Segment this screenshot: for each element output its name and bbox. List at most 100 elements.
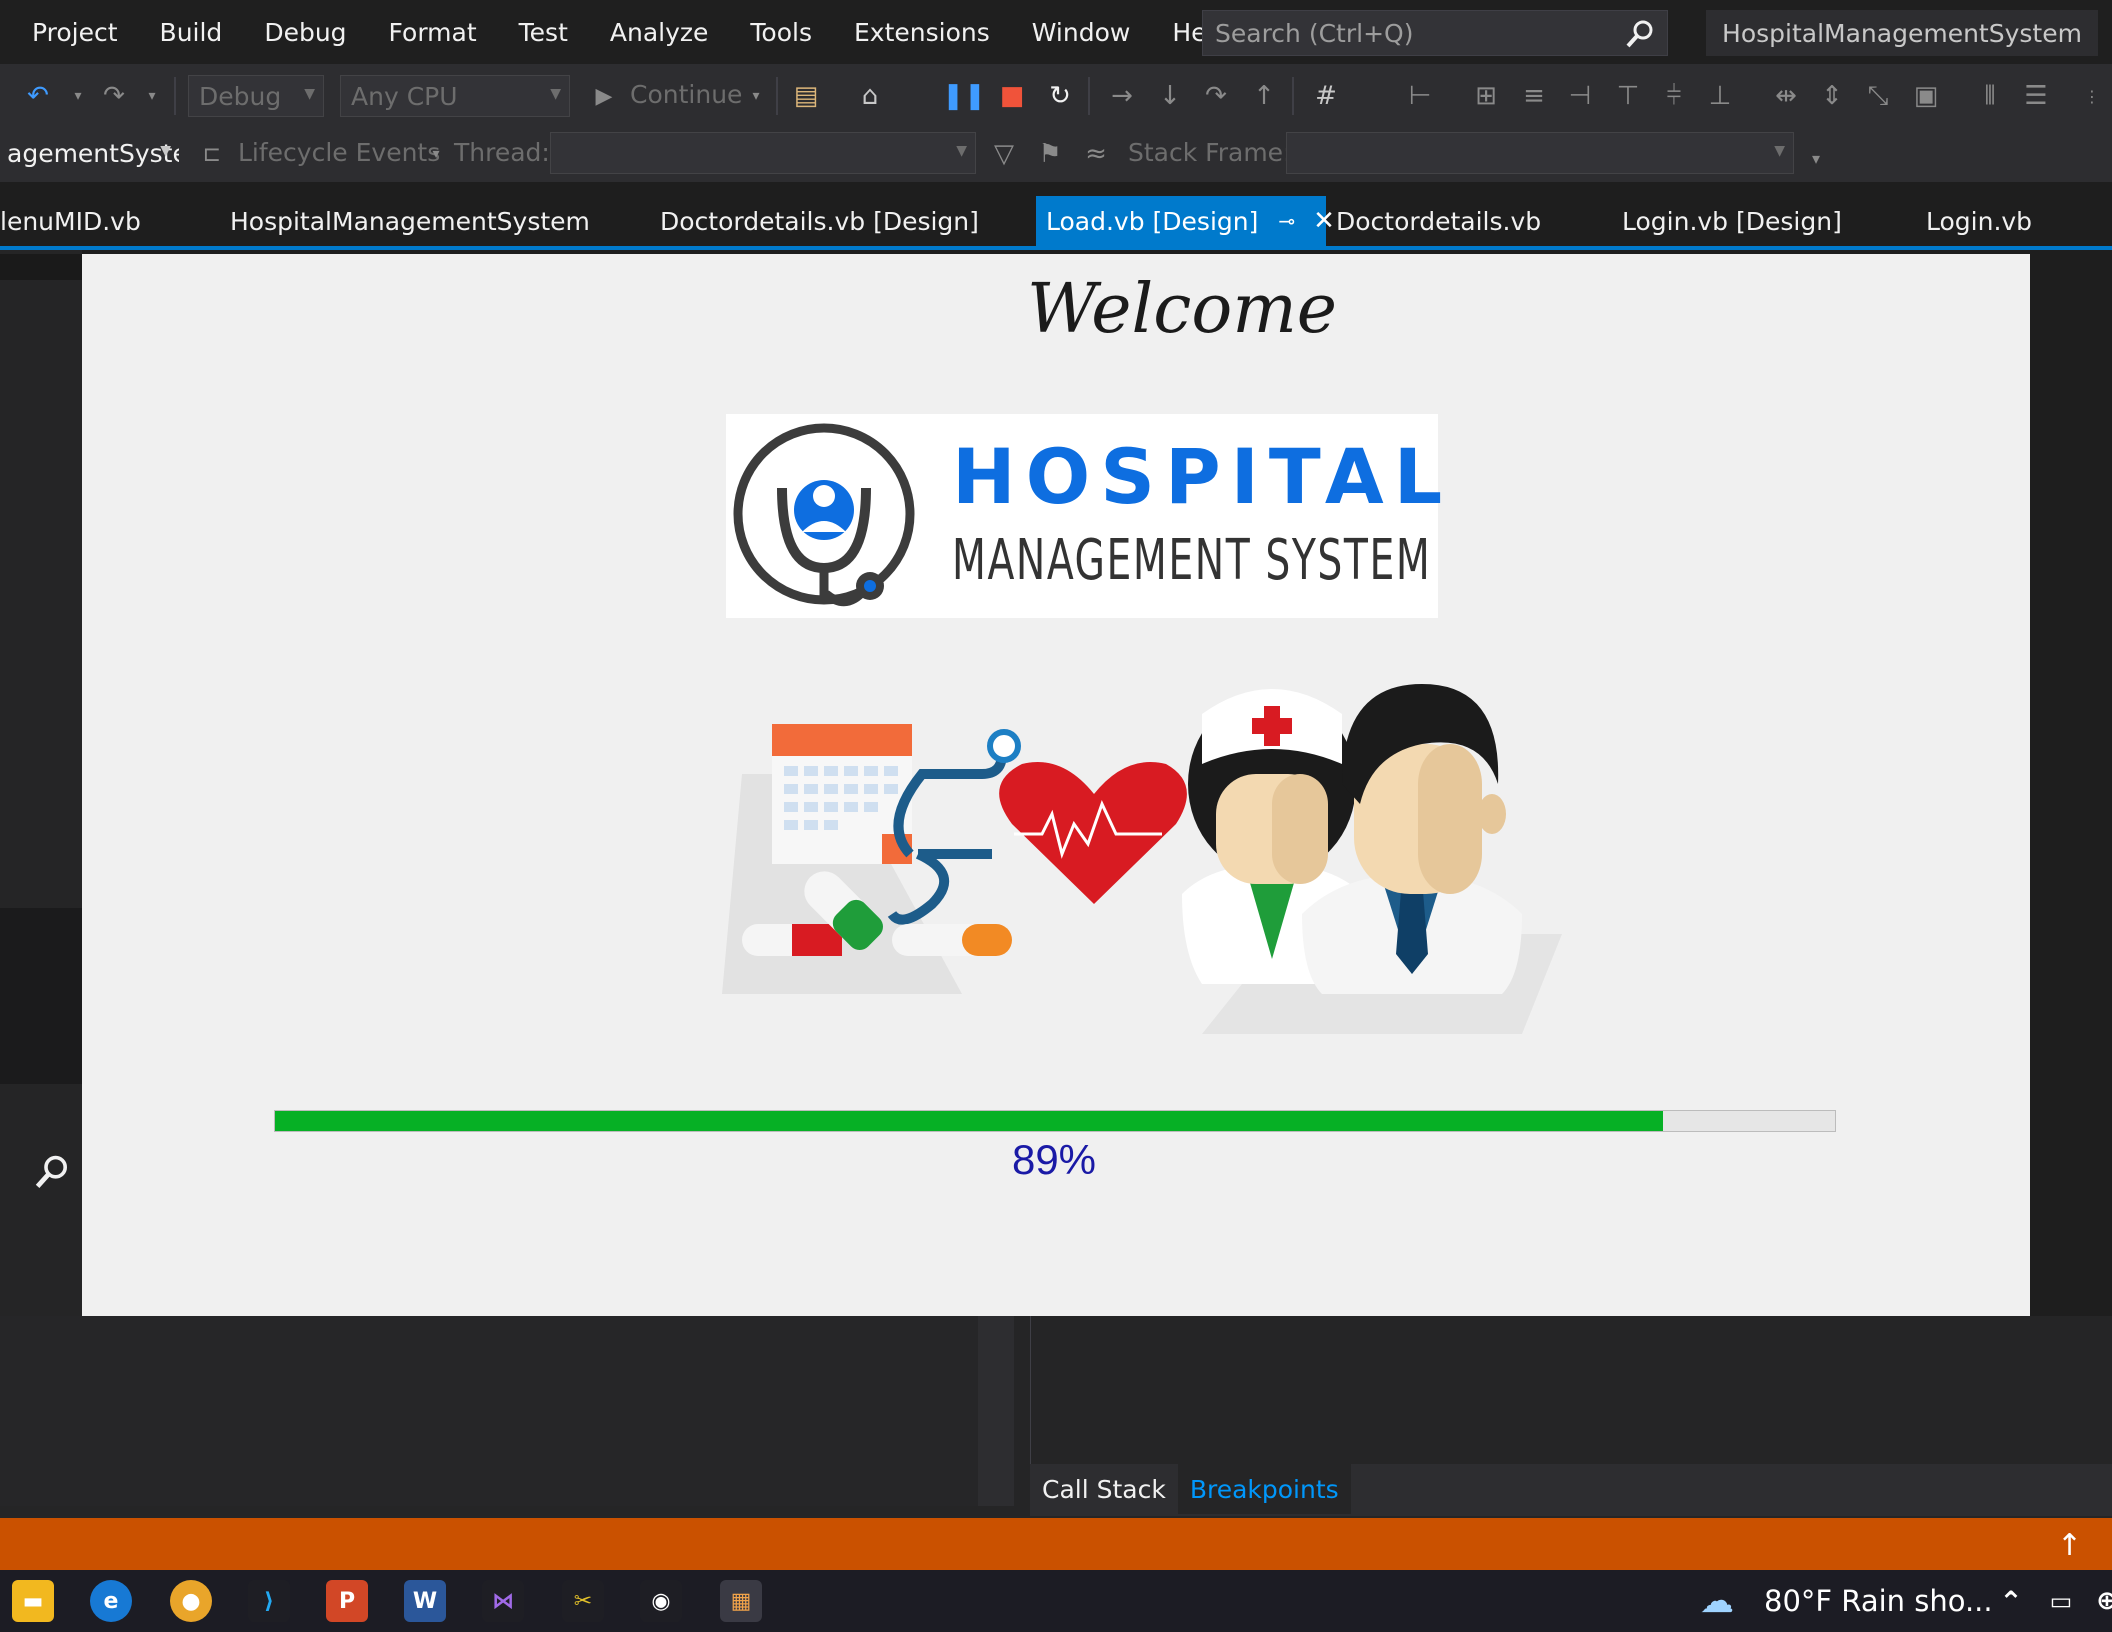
menu-build[interactable]: Build xyxy=(160,18,223,47)
powerpoint-icon[interactable]: P xyxy=(326,1580,368,1622)
menu-tools[interactable]: Tools xyxy=(750,18,812,47)
browser-icon[interactable]: ⌂ xyxy=(854,80,886,112)
make-same-height-icon[interactable]: ⇕ xyxy=(1816,80,1848,112)
menu-debug[interactable]: Debug xyxy=(264,18,346,47)
thread-label: Thread: xyxy=(454,138,550,167)
tab-hospitalmanagementsystem[interactable]: HospitalManagementSystem xyxy=(220,196,600,246)
undo-icon[interactable]: ↶ xyxy=(22,80,54,112)
edge-icon[interactable]: e xyxy=(90,1580,132,1622)
undo-dropdown-icon[interactable]: ▾ xyxy=(62,80,94,112)
publish-up-arrow-icon[interactable]: ↑ xyxy=(2057,1528,2082,1563)
globe-icon[interactable]: ⊕ xyxy=(2086,1580,2112,1622)
vertical-spacing-icon[interactable]: ☰ xyxy=(2020,80,2052,112)
size-to-grid-icon[interactable]: ⤡ xyxy=(1862,80,1894,112)
stethoscope-tube-icon xyxy=(893,753,1007,858)
tab-load-design[interactable]: Load.vb [Design] ⊸ ✕ xyxy=(1036,196,1335,246)
platform-dropdown[interactable]: Any CPU ▼ xyxy=(340,75,570,117)
continue-button[interactable]: Continue xyxy=(630,80,742,109)
restart-icon[interactable]: ↻ xyxy=(1044,80,1076,112)
menu-project[interactable]: Project xyxy=(32,18,118,47)
flag-threads-icon[interactable]: ⚑ xyxy=(1034,138,1066,170)
continue-dropdown-icon[interactable]: ▾ xyxy=(740,80,772,112)
output-panel xyxy=(0,1316,980,1506)
menu-analyze[interactable]: Analyze xyxy=(610,18,709,47)
align-bottom-icon[interactable]: ⊥ xyxy=(1704,80,1736,112)
tab-label: Login.vb [Design] xyxy=(1622,206,1842,236)
record-icon[interactable]: ◉ xyxy=(640,1580,682,1622)
pin-icon[interactable]: ⊸ xyxy=(1278,209,1295,233)
tab-breakpoints[interactable]: Breakpoints xyxy=(1177,1464,1351,1514)
search-input[interactable]: Search (Ctrl+Q) xyxy=(1202,10,1668,56)
align-left-icon[interactable]: ⊢ xyxy=(1404,80,1436,112)
menu-window[interactable]: Window xyxy=(1032,18,1131,47)
vscode-icon[interactable]: ⟩ xyxy=(248,1580,290,1622)
step-into-icon[interactable]: ↓ xyxy=(1154,80,1186,112)
chevron-down-icon: ▾ xyxy=(432,146,440,162)
align-middle-icon[interactable]: ≡ xyxy=(1518,80,1550,112)
chrome-icon[interactable]: ● xyxy=(170,1580,212,1622)
pause-icon[interactable]: ❚❚ xyxy=(942,80,986,112)
hospital-logo: HOSPITAL MANAGEMENT SYSTEM xyxy=(726,414,1442,618)
continue-play-icon[interactable]: ▶ xyxy=(588,80,620,112)
folder-search-icon[interactable]: ▤ xyxy=(790,80,822,112)
running-app-icon[interactable]: ▦ xyxy=(720,1580,762,1622)
battery-icon[interactable]: ▭ xyxy=(2040,1580,2082,1622)
tab-login-design[interactable]: Login.vb [Design] xyxy=(1612,196,1852,246)
redo-dropdown-icon[interactable]: ▾ xyxy=(136,80,168,112)
menu-test[interactable]: Test xyxy=(519,18,568,47)
document-tabs: lenuMID.vb HospitalManagementSystem Doct… xyxy=(0,182,2112,250)
tab-call-stack[interactable]: Call Stack xyxy=(1030,1464,1178,1514)
show-threads-icon[interactable]: ≈ xyxy=(1080,138,1112,170)
align-top-icon[interactable]: ⊤ xyxy=(1612,80,1644,112)
process-dropdown[interactable]: agementSyste ▼ xyxy=(0,132,180,174)
filter-threads-icon[interactable]: ▽ xyxy=(988,138,1020,170)
tab-label: Login.vb xyxy=(1926,206,2033,236)
show-next-statement-icon[interactable]: → xyxy=(1106,80,1138,112)
align-right-icon[interactable]: ⊣ xyxy=(1564,80,1596,112)
configuration-dropdown[interactable]: Debug ▼ xyxy=(188,75,324,117)
step-out-icon[interactable]: ↑ xyxy=(1248,80,1280,112)
file-explorer-icon[interactable]: ▬ xyxy=(12,1580,54,1622)
align-center-icon[interactable]: ⊞ xyxy=(1470,80,1502,112)
hex-display-icon[interactable]: # xyxy=(1310,80,1342,112)
redo-icon[interactable]: ↷ xyxy=(98,80,130,112)
progress-percent-label: 89% xyxy=(1011,1136,1097,1183)
status-bar: ↑ xyxy=(0,1518,2112,1570)
calendar-icon xyxy=(772,724,912,864)
menu-format[interactable]: Format xyxy=(389,18,477,47)
word-icon[interactable]: W xyxy=(404,1580,446,1622)
visual-studio-icon[interactable]: ⋈ xyxy=(482,1580,524,1622)
chevron-down-icon: ▼ xyxy=(160,143,171,159)
progress-bar xyxy=(274,1110,1836,1132)
separator xyxy=(1292,77,1294,115)
welcome-script-image: Welcome xyxy=(1026,270,1338,349)
vertical-scrollbar[interactable] xyxy=(978,1316,1014,1506)
tab-login-vb[interactable]: Login.vb xyxy=(1916,196,2042,246)
toolbar-overflow-icon[interactable]: ▾ xyxy=(1800,142,1832,174)
make-same-width-icon[interactable]: ⇹ xyxy=(1770,80,1802,112)
tab-menumid-vb[interactable]: lenuMID.vb xyxy=(0,196,151,246)
toolbar-overflow-icon[interactable]: ⋮ xyxy=(2076,80,2108,112)
align-vertical-icon[interactable]: ⫩ xyxy=(1658,80,1690,112)
chevron-up-icon[interactable]: ⌃ xyxy=(1990,1580,2032,1622)
lifecycle-events-dropdown[interactable]: Lifecycle Events xyxy=(238,138,440,167)
weather-text[interactable]: 80°F Rain sho... xyxy=(1764,1584,1993,1618)
horizontal-spacing-icon[interactable]: ⫴ xyxy=(1974,80,2006,112)
thread-dropdown[interactable]: ▼ xyxy=(550,132,976,174)
weather-icon[interactable]: ☁ xyxy=(1696,1580,1738,1622)
platform-value: Any CPU xyxy=(351,81,458,111)
tab-doctordetails-design[interactable]: Doctordetails.vb [Design] xyxy=(650,196,989,246)
tab-doctordetails-vb[interactable]: Doctordetails.vb xyxy=(1326,196,1551,246)
stop-icon[interactable]: ■ xyxy=(996,80,1028,112)
stack-frame-dropdown[interactable]: ▼ xyxy=(1286,132,1794,174)
load-form-design-surface[interactable]: Welcome HOSPITAL MANAGEMENT SYSTEM 89% xyxy=(82,254,2030,1316)
snipping-tool-icon[interactable]: ✂ xyxy=(562,1580,604,1622)
configuration-value: Debug xyxy=(199,81,282,111)
menu-extensions[interactable]: Extensions xyxy=(854,18,990,47)
chevron-down-icon: ▼ xyxy=(956,143,967,159)
step-over-icon[interactable]: ↷ xyxy=(1200,80,1232,112)
tab-label: HospitalManagementSystem xyxy=(230,206,590,236)
debug-location-toolbar: agementSyste ▼ ⊏ Lifecycle Events ▾ Threa… xyxy=(0,128,2112,182)
search-icon[interactable] xyxy=(34,1154,70,1190)
make-same-size-icon[interactable]: ▣ xyxy=(1910,80,1942,112)
